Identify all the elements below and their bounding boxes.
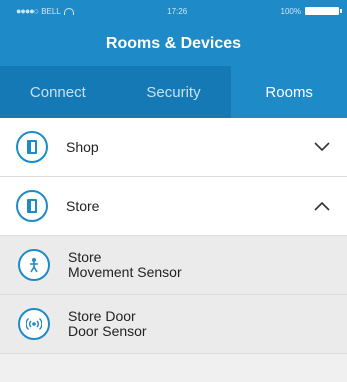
tab-connect[interactable]: Connect xyxy=(0,66,116,118)
room-row-store[interactable]: Store xyxy=(0,177,347,236)
status-time: 17:26 xyxy=(167,6,188,16)
battery-percent: 100% xyxy=(280,6,301,16)
signal-dots-icon: ●●●●○ xyxy=(16,6,39,16)
device-row-movement-sensor[interactable]: Store Movement Sensor xyxy=(0,236,347,295)
tab-security[interactable]: Security xyxy=(116,66,232,118)
battery-icon xyxy=(304,7,342,15)
device-name-line2: Movement Sensor xyxy=(68,264,182,280)
rooms-list: Shop Store Store Movement Sensor Store D… xyxy=(0,118,347,354)
wireless-signal-icon xyxy=(18,308,50,340)
tab-bar: Connect Security Rooms xyxy=(0,66,347,118)
status-left: ●●●●○ BELL xyxy=(16,6,74,16)
page-header: Rooms & Devices xyxy=(0,22,347,66)
device-name: Store Movement Sensor xyxy=(68,250,331,280)
chevron-up-icon[interactable] xyxy=(313,197,331,215)
device-name-line1: Store Door xyxy=(68,308,136,324)
wifi-icon xyxy=(63,7,74,15)
room-row-shop[interactable]: Shop xyxy=(0,118,347,177)
page-title: Rooms & Devices xyxy=(105,35,242,52)
room-name: Store xyxy=(66,197,100,214)
door-icon xyxy=(16,131,48,163)
status-right: 100% xyxy=(280,6,342,16)
room-name: Shop xyxy=(66,138,99,155)
device-name-line2: Door Sensor xyxy=(68,323,147,339)
device-row-door-sensor[interactable]: Store Door Door Sensor xyxy=(0,295,347,354)
status-bar: ●●●●○ BELL 17:26 100% xyxy=(0,0,347,22)
door-icon xyxy=(16,190,48,222)
tab-rooms[interactable]: Rooms xyxy=(231,66,347,118)
device-name: Store Door Door Sensor xyxy=(68,309,331,339)
chevron-down-icon[interactable] xyxy=(313,138,331,156)
carrier-label: BELL xyxy=(41,6,61,16)
device-name-line1: Store xyxy=(68,249,102,265)
motion-person-icon xyxy=(18,249,50,281)
app-screen: ●●●●○ BELL 17:26 100% Rooms & Devices Co… xyxy=(0,0,347,382)
